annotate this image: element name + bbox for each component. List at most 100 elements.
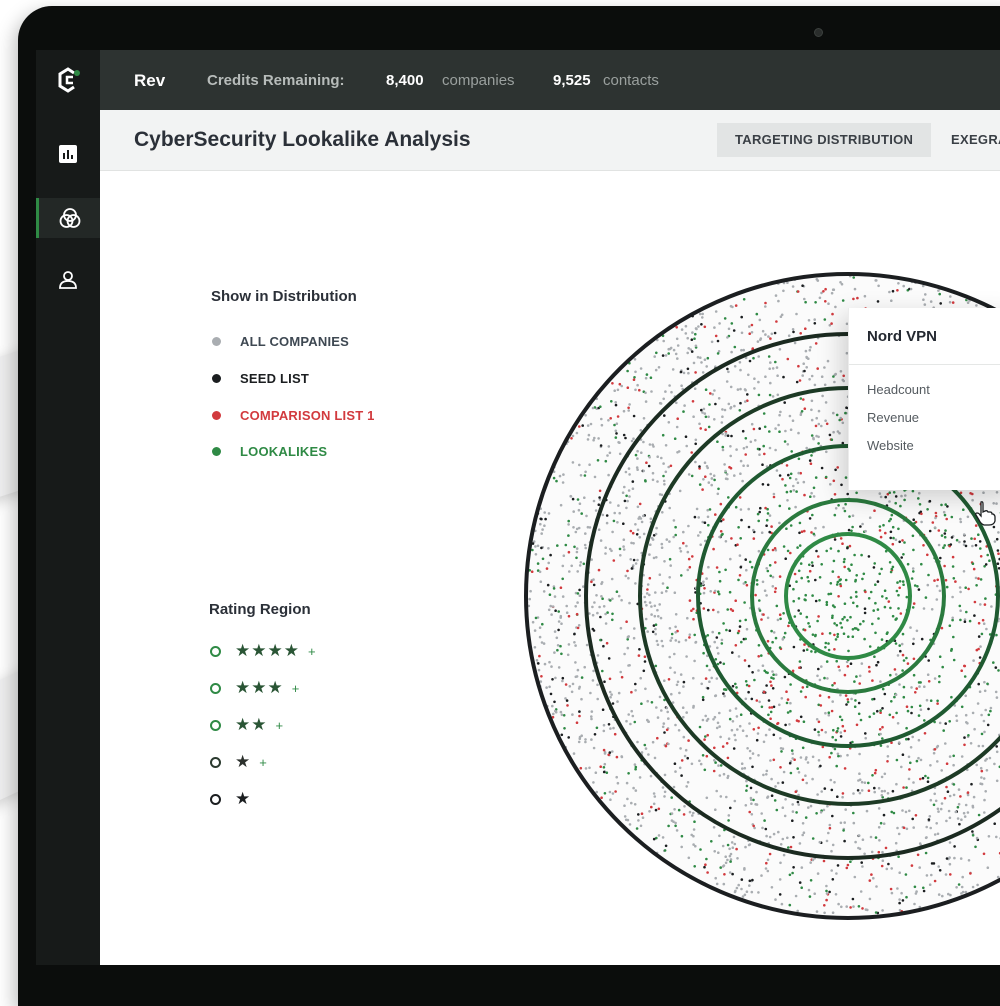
company-dot [870, 591, 873, 594]
company-popup[interactable]: Nord VPN Headcount Revenue Website [848, 308, 1000, 490]
company-dot [848, 515, 851, 518]
company-dot [596, 684, 599, 687]
company-dot [949, 863, 952, 866]
company-dot [779, 862, 782, 865]
company-dot [801, 410, 804, 413]
company-dot [761, 706, 764, 709]
company-dot [903, 499, 906, 502]
company-dot [693, 660, 696, 663]
rating-region-row[interactable]: ★★★★+ [210, 642, 316, 660]
company-dot [965, 611, 968, 614]
company-dot [959, 591, 962, 594]
company-dot [548, 686, 551, 689]
company-dot [791, 749, 794, 752]
legend-item-all-companies[interactable]: ALL COMPANIES [212, 332, 349, 350]
company-dot [563, 554, 566, 557]
company-dot [572, 461, 575, 464]
company-dot [590, 581, 593, 584]
company-dot [592, 670, 595, 673]
company-dot [905, 811, 908, 814]
company-dot [734, 800, 737, 803]
company-dot [863, 573, 866, 576]
company-dot [735, 848, 738, 851]
company-dot [625, 471, 628, 474]
company-dot [693, 828, 696, 831]
company-dot [797, 801, 800, 804]
company-dot [655, 706, 658, 709]
rating-region-row[interactable]: ★★★+ [210, 679, 299, 697]
company-dot [733, 474, 736, 477]
company-dot [986, 554, 989, 557]
company-dot [623, 548, 626, 551]
company-dot [808, 564, 811, 567]
company-dot [973, 568, 976, 571]
company-dot [759, 339, 762, 342]
company-dot [983, 731, 986, 734]
company-dot [936, 579, 939, 582]
company-dot [988, 714, 991, 717]
legend-item-comparison-list[interactable]: COMPARISON LIST 1 [212, 406, 375, 424]
company-dot [896, 887, 899, 890]
company-dot [832, 570, 835, 573]
company-dot [716, 647, 719, 650]
company-dot [721, 642, 724, 645]
company-dot [733, 405, 736, 408]
company-dot [592, 679, 595, 682]
company-dot [881, 790, 884, 793]
distribution-chart[interactable] [36, 50, 1000, 965]
rating-region-row[interactable]: ★+ [210, 753, 267, 771]
company-dot [543, 511, 546, 514]
rating-region-row[interactable]: ★★+ [210, 716, 283, 734]
company-dot [740, 316, 743, 319]
company-dot [669, 564, 672, 567]
company-dot [889, 561, 892, 564]
company-dot [723, 663, 726, 666]
company-dot [536, 659, 539, 662]
company-dot [616, 700, 619, 703]
company-dot [899, 650, 902, 653]
company-dot [765, 567, 768, 570]
company-dot [941, 895, 944, 898]
rating-plus: + [276, 718, 284, 733]
company-dot [814, 527, 817, 530]
company-dot [992, 661, 995, 664]
company-dot [752, 825, 755, 828]
company-dot [902, 899, 905, 902]
company-dot [818, 734, 821, 737]
company-dot [873, 712, 876, 715]
company-dot [881, 776, 884, 779]
legend-item-lookalikes[interactable]: LOOKALIKES [212, 442, 327, 460]
company-dot [626, 570, 629, 573]
company-dot [879, 680, 882, 683]
company-dot [554, 609, 557, 612]
company-dot [984, 597, 987, 600]
company-dot [615, 430, 618, 433]
company-dot [884, 606, 887, 609]
company-dot [698, 760, 701, 763]
company-dot [732, 846, 735, 849]
company-dot [983, 622, 986, 625]
company-dot [843, 616, 846, 619]
company-dot [761, 531, 764, 534]
company-dot [615, 432, 618, 435]
company-dot [588, 434, 591, 437]
company-dot [591, 710, 594, 713]
company-dot [802, 822, 805, 825]
company-dot [821, 467, 824, 470]
company-dot [598, 569, 601, 572]
company-dot [609, 691, 612, 694]
company-dot [767, 512, 770, 515]
company-dot [960, 857, 963, 860]
star-icon: ★ [235, 679, 250, 697]
company-dot [781, 697, 784, 700]
company-dot [823, 677, 826, 680]
company-dot [837, 595, 840, 598]
company-dot [943, 565, 946, 568]
company-dot [794, 506, 797, 509]
company-dot [665, 590, 668, 593]
company-dot [792, 419, 795, 422]
company-dot [694, 443, 697, 446]
company-dot [787, 711, 790, 714]
legend-item-seed-list[interactable]: SEED LIST [212, 369, 309, 387]
rating-region-row[interactable]: ★ [210, 790, 259, 808]
